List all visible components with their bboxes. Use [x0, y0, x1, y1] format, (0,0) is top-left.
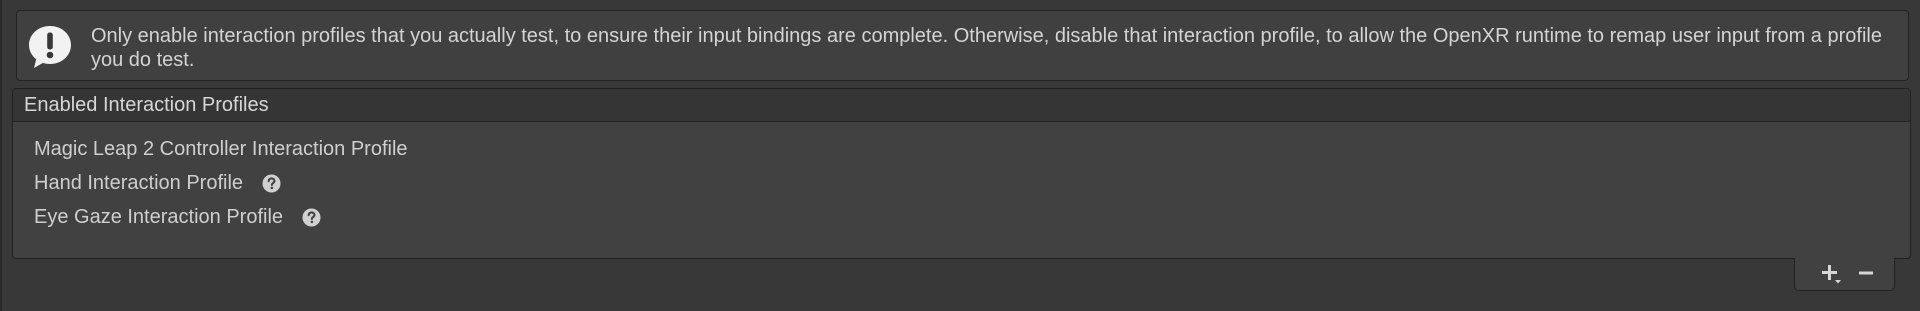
list-item-label: Eye Gaze Interaction Profile: [34, 206, 284, 228]
question-circle-icon[interactable]: [302, 207, 321, 227]
plus-dropdown-icon[interactable]: [1817, 261, 1845, 285]
list-item-label: Magic Leap 2 Controller Interaction Prof…: [34, 138, 408, 160]
minus-icon[interactable]: [1852, 261, 1880, 285]
exclamation-speech-bubble-icon: [29, 26, 71, 68]
list-item-label: Hand Interaction Profile: [34, 172, 244, 194]
list-header: Enabled Interaction Profiles: [13, 89, 1910, 122]
list-item-eye-gaze-interaction[interactable]: Eye Gaze Interaction Profile: [34, 203, 321, 231]
list-item-magic-leap-2-controller[interactable]: Magic Leap 2 Controller Interaction Prof…: [34, 135, 408, 163]
help-message: Only enable interaction profiles that yo…: [91, 25, 1888, 71]
list-item-hand-interaction[interactable]: Hand Interaction Profile: [34, 169, 281, 197]
list-footer: [1794, 258, 1895, 291]
interaction-profiles-list: Enabled Interaction Profiles Magic Leap …: [12, 88, 1911, 259]
question-circle-icon[interactable]: [262, 173, 281, 193]
openxr-settings-panel: Only enable interaction profiles that yo…: [0, 0, 1920, 311]
help-box: Only enable interaction profiles that yo…: [16, 10, 1909, 81]
